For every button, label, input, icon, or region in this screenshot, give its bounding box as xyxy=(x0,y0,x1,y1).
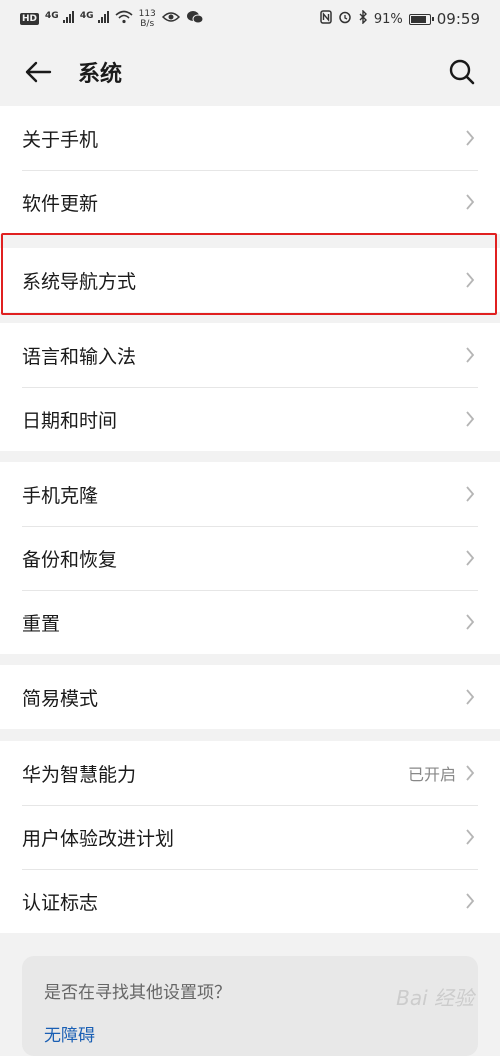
settings-group-huawei: 华为智慧能力 已开启 用户体验改进计划 认证标志 xyxy=(0,741,500,933)
net-speed-value: 113 xyxy=(138,9,156,19)
chevron-right-icon xyxy=(464,346,476,364)
settings-item-label: 语言和输入法 xyxy=(22,345,137,368)
wechat-icon xyxy=(186,10,204,28)
chevron-right-icon xyxy=(464,549,476,567)
wifi-icon xyxy=(115,10,133,28)
settings-item-about-phone[interactable]: 关于手机 xyxy=(0,106,500,170)
settings-group-language: 语言和输入法 日期和时间 xyxy=(0,323,500,451)
settings-group-navigation: 系统导航方式 xyxy=(0,248,500,312)
settings-item-label: 手机克隆 xyxy=(22,484,99,507)
settings-item-label: 软件更新 xyxy=(22,192,99,215)
chevron-right-icon xyxy=(464,828,476,846)
back-arrow-icon[interactable] xyxy=(22,56,54,88)
app-header: 系统 xyxy=(0,38,500,106)
net-speed: 113 B/s xyxy=(139,9,156,29)
settings-group-simple-mode: 简易模式 xyxy=(0,665,500,729)
search-icon[interactable] xyxy=(446,56,478,88)
settings-item-reset[interactable]: 重置 xyxy=(0,590,500,654)
chevron-right-icon xyxy=(464,129,476,147)
signal-1-label: 4G xyxy=(45,11,59,21)
chevron-right-icon xyxy=(464,688,476,706)
settings-item-label: 认证标志 xyxy=(22,891,99,914)
bluetooth-icon xyxy=(358,9,368,28)
settings-item-label: 系统导航方式 xyxy=(22,270,137,293)
chevron-right-icon xyxy=(464,410,476,428)
settings-item-label: 重置 xyxy=(22,612,61,635)
battery-icon xyxy=(408,13,434,25)
settings-item-label: 华为智慧能力 xyxy=(22,763,137,786)
clock: 09:59 xyxy=(436,10,480,28)
settings-item-simple-mode[interactable]: 简易模式 xyxy=(0,665,500,729)
settings-item-backup-restore[interactable]: 备份和恢复 xyxy=(0,526,500,590)
nfc-icon xyxy=(320,10,332,28)
chevron-right-icon xyxy=(464,764,476,782)
settings-item-system-navigation[interactable]: 系统导航方式 xyxy=(0,248,500,312)
settings-group-backup: 手机克隆 备份和恢复 重置 xyxy=(0,462,500,654)
settings-item-certification[interactable]: 认证标志 xyxy=(0,869,500,933)
settings-item-label: 日期和时间 xyxy=(22,409,118,432)
settings-item-phone-clone[interactable]: 手机克隆 xyxy=(0,462,500,526)
settings-group-about: 关于手机 软件更新 xyxy=(0,106,500,234)
suggestion-link-accessibility[interactable]: 无障碍 xyxy=(44,1021,456,1046)
status-left: HD 4G 4G 113 B/s xyxy=(20,9,204,29)
battery-percent: 91% xyxy=(373,11,403,27)
signal-2-label: 4G xyxy=(79,11,94,21)
watermark: Bai 经验 xyxy=(396,986,474,1010)
settings-item-software-update[interactable]: 软件更新 xyxy=(0,170,500,234)
settings-item-huawei-smart[interactable]: 华为智慧能力 已开启 xyxy=(0,741,500,805)
alarm-icon xyxy=(338,10,352,28)
settings-item-label: 关于手机 xyxy=(22,128,99,151)
signal-icon-1: 4G xyxy=(45,11,74,27)
settings-item-user-experience[interactable]: 用户体验改进计划 xyxy=(0,805,500,869)
hd-badge: HD xyxy=(20,13,40,25)
chevron-right-icon xyxy=(464,271,476,289)
settings-item-label: 简易模式 xyxy=(22,687,99,710)
settings-item-language-input[interactable]: 语言和输入法 xyxy=(0,323,500,387)
settings-item-label: 用户体验改进计划 xyxy=(22,827,175,850)
page-title: 系统 xyxy=(78,62,123,87)
suggestion-question: 是否在寻找其他设置项？ xyxy=(44,983,231,1003)
chevron-right-icon xyxy=(464,193,476,211)
chevron-right-icon xyxy=(464,485,476,503)
net-speed-unit: B/s xyxy=(140,19,155,29)
chevron-right-icon xyxy=(464,613,476,631)
status-right: 91% 09:59 xyxy=(320,9,480,28)
chevron-right-icon xyxy=(464,892,476,910)
status-bar: HD 4G 4G 113 B/s 91% 09:59 xyxy=(0,0,500,38)
settings-item-date-time[interactable]: 日期和时间 xyxy=(0,387,500,451)
eye-icon xyxy=(161,11,180,27)
settings-item-status: 已开启 xyxy=(407,765,456,784)
signal-icon-2: 4G xyxy=(80,11,109,27)
settings-item-label: 备份和恢复 xyxy=(22,548,118,571)
